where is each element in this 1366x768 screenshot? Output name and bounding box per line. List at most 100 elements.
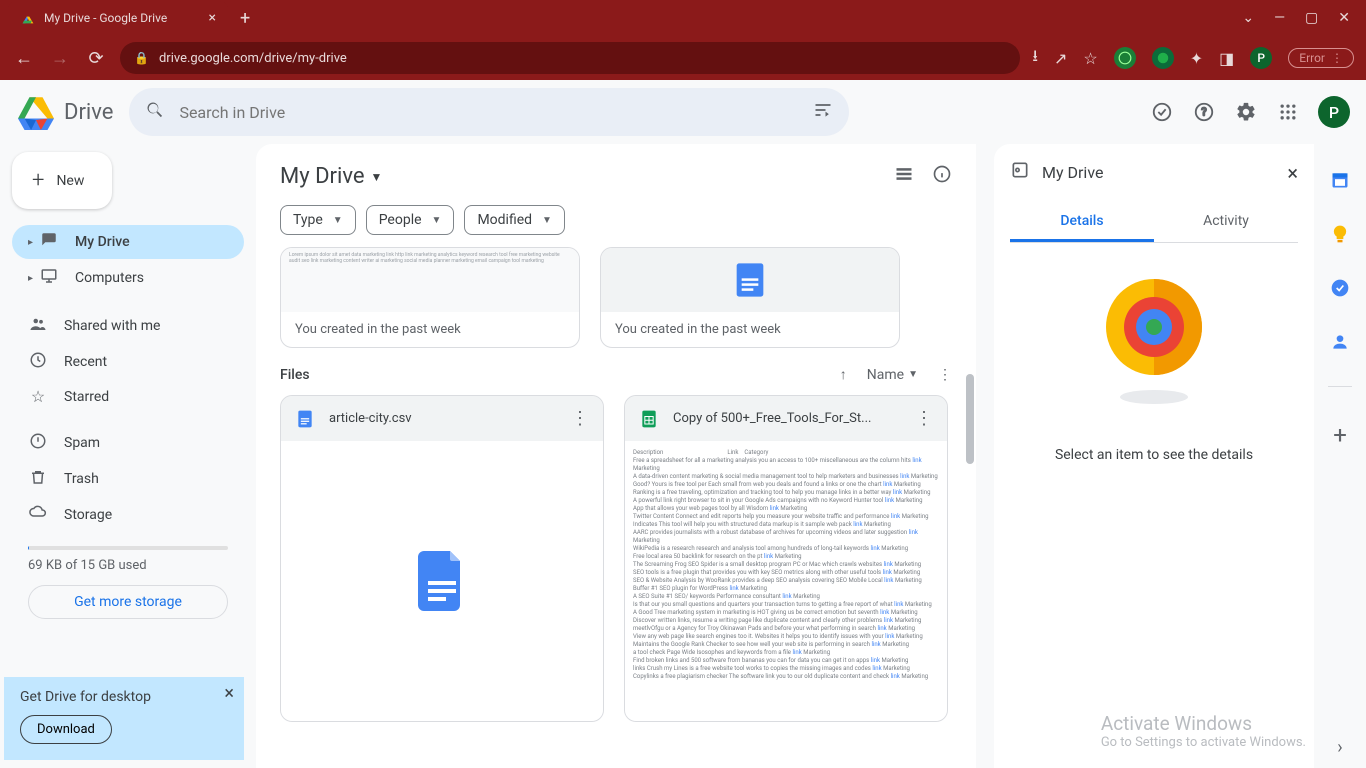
ready-offline-icon[interactable] <box>1150 100 1174 124</box>
tab-details[interactable]: Details <box>1010 203 1154 242</box>
toolbar-actions: ⭳ ↗ ☆ ✦ ◨ P Error⋮ <box>1032 45 1354 72</box>
sidebar-item-starred[interactable]: ☆ Starred <box>12 381 244 412</box>
docs-file-icon <box>725 260 775 300</box>
caret-icon[interactable]: ▸ <box>28 273 33 284</box>
storage-bar <box>28 546 228 550</box>
sidebar-item-label: Computers <box>75 270 144 286</box>
suggested-card[interactable]: Lorem ipsum dolor sit amet data marketin… <box>280 247 580 348</box>
search-box[interactable] <box>129 88 849 136</box>
apps-grid-icon[interactable] <box>1276 100 1300 124</box>
app-header: Drive ? P <box>0 80 1366 144</box>
sidebar-item-storage[interactable]: Storage <box>12 498 244 532</box>
file-card[interactable]: article-city.csv ⋮ <box>280 395 604 722</box>
reload-button[interactable]: ⟳ <box>84 48 108 69</box>
address-bar[interactable]: 🔒 drive.google.com/drive/my-drive <box>120 42 1020 74</box>
contacts-app-icon[interactable] <box>1330 332 1350 352</box>
sort-by-button[interactable]: Name ▼ <box>867 367 918 383</box>
info-icon[interactable] <box>932 164 952 189</box>
promo-download-button[interactable]: Download <box>20 715 112 744</box>
sidepanel-icon[interactable]: ◨ <box>1219 49 1234 68</box>
install-icon[interactable]: ⭳ <box>1032 45 1038 72</box>
mydrive-icon <box>1010 160 1030 185</box>
keep-app-icon[interactable] <box>1330 224 1350 244</box>
suggested-thumbnail: Lorem ipsum dolor sit amet data marketin… <box>281 248 579 312</box>
chevron-down-icon[interactable]: ⌄ <box>1242 10 1254 26</box>
sidebar-item-shared[interactable]: Shared with me <box>12 309 244 343</box>
tab-strip: My Drive - Google Drive × + ⌄ — ▢ ✕ <box>0 0 1366 36</box>
product-name: Drive <box>64 100 113 125</box>
suggested-card[interactable]: You created in the past week <box>600 247 900 348</box>
search-icon <box>145 100 165 124</box>
share-icon[interactable]: ↗ <box>1054 49 1067 68</box>
file-card[interactable]: Copy of 500+_Free_Tools_For_St... ⋮ Desc… <box>624 395 948 722</box>
back-button[interactable]: ← <box>12 48 36 69</box>
addons-plus-icon[interactable]: + <box>1333 421 1347 449</box>
tasks-app-icon[interactable] <box>1330 278 1350 298</box>
promo-close-icon[interactable]: × <box>224 683 234 704</box>
error-pill[interactable]: Error⋮ <box>1288 48 1354 68</box>
file-more-icon[interactable]: ⋮ <box>571 408 589 429</box>
get-storage-button[interactable]: Get more storage <box>28 585 228 619</box>
forward-button[interactable]: → <box>48 48 72 69</box>
drive-app: Drive ? P + New ▸ My <box>0 80 1366 768</box>
new-button[interactable]: + New <box>12 152 112 209</box>
chip-type[interactable]: Type▼ <box>280 205 356 235</box>
chip-modified[interactable]: Modified▼ <box>464 205 565 235</box>
search-options-icon[interactable] <box>813 100 833 124</box>
recent-icon <box>28 351 48 373</box>
caret-down-icon: ▼ <box>908 369 918 380</box>
promo-title: Get Drive for desktop <box>20 689 228 705</box>
rail-collapse-icon[interactable]: › <box>1337 737 1342 758</box>
account-avatar[interactable]: P <box>1318 96 1350 128</box>
minimize-icon[interactable]: — <box>1274 10 1285 26</box>
sidebar-item-recent[interactable]: Recent <box>12 345 244 379</box>
bookmark-icon[interactable]: ☆ <box>1083 49 1097 68</box>
tab-title: My Drive - Google Drive <box>44 11 167 25</box>
extension-icon-2[interactable] <box>1152 47 1174 69</box>
settings-icon[interactable] <box>1234 100 1258 124</box>
sidebar-item-spam[interactable]: Spam <box>12 426 244 460</box>
suggested-subtitle: You created in the past week <box>281 312 579 347</box>
sort-direction-icon[interactable]: ↑ <box>840 366 847 383</box>
breadcrumb[interactable]: My Drive ▼ <box>280 164 382 189</box>
docs-file-icon <box>295 409 315 429</box>
chip-people[interactable]: People▼ <box>366 205 455 235</box>
calendar-app-icon[interactable] <box>1330 170 1350 190</box>
file-more-icon[interactable]: ⋮ <box>915 408 933 429</box>
tab-activity[interactable]: Activity <box>1154 203 1298 242</box>
storage-usage-text: 69 KB of 15 GB used <box>12 558 244 585</box>
tab-close-icon[interactable]: × <box>209 10 216 26</box>
vertical-scrollbar[interactable] <box>966 374 974 464</box>
sidebar-item-my-drive[interactable]: ▸ My Drive <box>12 225 244 259</box>
sidebar: + New ▸ My Drive ▸ Computers Shared with… <box>0 144 256 768</box>
caret-down-icon: ▼ <box>432 215 442 226</box>
header-actions: ? P <box>1150 96 1350 128</box>
search-input[interactable] <box>179 103 799 122</box>
more-options-icon[interactable]: ⋮ <box>938 367 952 383</box>
browser-profile-avatar[interactable]: P <box>1250 47 1272 69</box>
close-window-icon[interactable]: ✕ <box>1338 10 1350 26</box>
extensions-puzzle-icon[interactable]: ✦ <box>1190 49 1203 68</box>
caret-icon[interactable]: ▸ <box>28 237 33 248</box>
storage-icon <box>28 504 48 526</box>
sidebar-item-label: Starred <box>64 389 109 405</box>
svg-text:?: ? <box>1201 106 1206 119</box>
caret-down-icon: ▼ <box>333 215 343 226</box>
mydrive-icon <box>39 231 59 253</box>
sidebar-item-label: Trash <box>64 471 99 487</box>
computers-icon <box>39 267 59 289</box>
details-close-icon[interactable]: × <box>1287 161 1298 185</box>
drive-logo[interactable]: Drive <box>16 94 113 130</box>
sidebar-item-trash[interactable]: Trash <box>12 462 244 496</box>
sidebar-item-computers[interactable]: ▸ Computers <box>12 261 244 295</box>
sidebar-item-label: Shared with me <box>64 318 160 334</box>
list-view-icon[interactable] <box>894 164 914 189</box>
starred-icon: ☆ <box>28 387 48 406</box>
sidebar-item-label: Spam <box>64 435 100 451</box>
extension-icon-1[interactable] <box>1114 47 1136 69</box>
file-name: article-city.csv <box>329 411 557 426</box>
support-icon[interactable]: ? <box>1192 100 1216 124</box>
new-tab-button[interactable]: + <box>240 8 250 29</box>
browser-tab[interactable]: My Drive - Google Drive × <box>8 1 228 35</box>
maximize-icon[interactable]: ▢ <box>1305 10 1318 26</box>
